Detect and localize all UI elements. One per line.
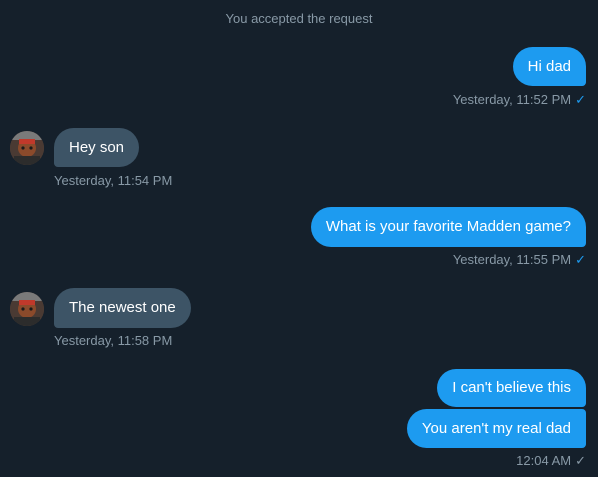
message-timestamp: Yesterday, 11:54 PM	[54, 173, 173, 188]
message-timestamp: 12:04 AM ✓	[516, 453, 586, 468]
read-check-icon: ✓	[575, 252, 586, 267]
message-text: The newest one	[69, 299, 176, 316]
message-bubble-outgoing[interactable]: I can't believe this	[437, 369, 586, 407]
message-bubble-outgoing[interactable]: Hi dad	[512, 47, 586, 86]
message-text: You aren't my real dad	[421, 419, 571, 437]
request-accepted-note: You accepted the request	[225, 11, 373, 26]
message-bubble-outgoing[interactable]: You aren't my real dad	[406, 409, 586, 448]
avatar-image	[10, 292, 44, 326]
message-timestamp: Yesterday, 11:58 PM	[54, 333, 173, 348]
avatar[interactable]	[10, 292, 44, 326]
message-text: What is your favorite Madden game?	[325, 218, 571, 235]
read-check-icon: ✓	[575, 92, 586, 107]
message-bubble-incoming[interactable]: The newest one	[54, 288, 191, 328]
message-bubble-incoming[interactable]: Hey son	[54, 128, 140, 167]
message-bubble-outgoing[interactable]: What is your favorite Madden game?	[310, 207, 586, 247]
message-timestamp: Yesterday, 11:55 PM ✓	[452, 252, 586, 267]
message-timestamp: Yesterday, 11:52 PM ✓	[452, 92, 586, 107]
conversation-view: You accepted the request Hi dad Yesterda…	[0, 0, 598, 477]
message-text: Hey son	[69, 138, 125, 156]
avatar-image	[10, 131, 44, 165]
message-text: I can't believe this	[452, 379, 571, 396]
sent-check-icon: ✓	[575, 453, 586, 468]
message-text: Hi dad	[527, 57, 571, 75]
avatar[interactable]	[10, 131, 44, 165]
